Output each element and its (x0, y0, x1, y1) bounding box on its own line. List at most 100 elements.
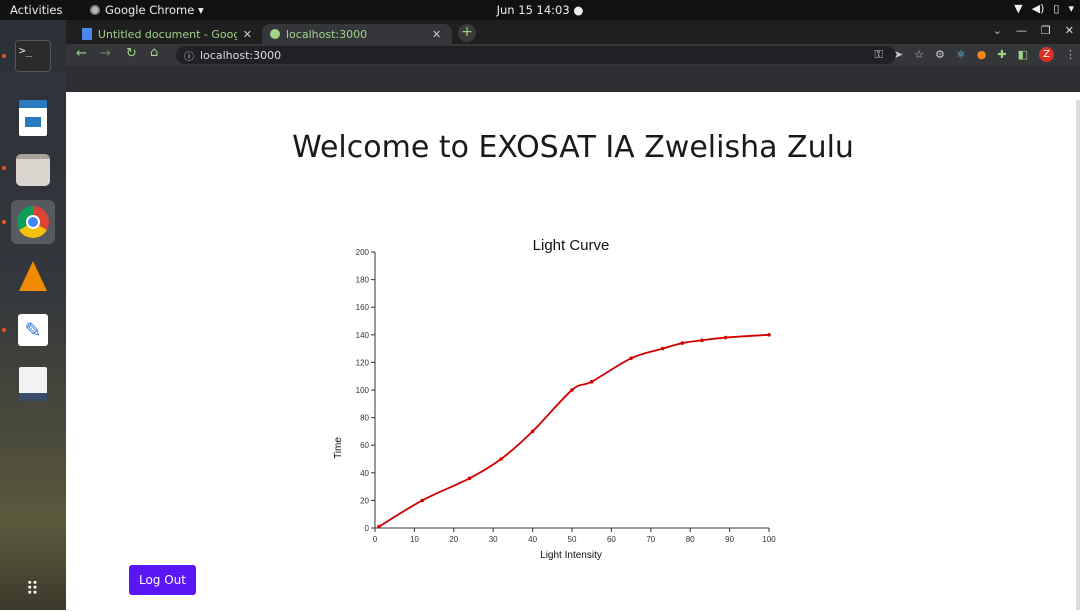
chrome-menu-icon[interactable]: ⋮ (1065, 48, 1076, 61)
log-out-button[interactable]: Log Out (129, 565, 196, 595)
x-tick-label: 70 (646, 535, 655, 544)
url-text: localhost:3000 (200, 48, 282, 62)
chart-title: Light Curve (533, 237, 610, 254)
close-window-icon[interactable]: ✕ (1065, 24, 1074, 37)
send-icon[interactable]: ➤ (894, 48, 903, 61)
vlc-icon (19, 261, 47, 291)
files-icon (16, 154, 50, 186)
data-point (589, 379, 594, 384)
google-docs-icon (82, 28, 92, 40)
data-point (700, 338, 704, 343)
data-point (467, 476, 472, 481)
toolbar-actions: ⚿ ➤ ☆ ⚙ ⚛ ● ✚ ◧ Z ⋮ (875, 47, 1076, 62)
text-editor-icon: ✎ (18, 314, 48, 346)
terminal-icon: >_ (15, 40, 51, 72)
impress-launcher[interactable] (11, 96, 55, 140)
files-launcher[interactable] (11, 148, 55, 192)
react-devtools-icon[interactable]: ⚛ (956, 48, 966, 61)
show-applications-button[interactable]: ⠿ (11, 568, 55, 612)
volume-icon: ◀) (1031, 2, 1045, 15)
running-indicator (2, 220, 6, 224)
series-line (378, 333, 770, 528)
data-point (420, 498, 425, 503)
document-viewer-icon (19, 367, 47, 401)
vlc-launcher[interactable] (11, 254, 55, 298)
page-scrollbar[interactable] (1076, 100, 1080, 610)
data-point (660, 346, 665, 351)
chrome-tab-strip: Untitled document - Goog ✕ localhost:300… (66, 20, 1080, 44)
password-key-icon[interactable]: ⚿ (875, 48, 883, 62)
bookmark-star-icon[interactable]: ☆ (914, 48, 924, 61)
y-tick-label: 20 (360, 496, 369, 505)
chart-plot-area (377, 333, 771, 529)
tab-google-docs[interactable]: Untitled document - Goog ✕ (74, 24, 260, 44)
tab-label: Untitled document - Goog (97, 27, 237, 41)
document-viewer-launcher[interactable] (11, 362, 55, 406)
system-menu-icon: ▾ (1068, 2, 1074, 15)
home-icon[interactable]: ⌂ (150, 45, 158, 60)
window-controls: ⌄ — ❐ ✕ (993, 24, 1074, 37)
clock[interactable]: Jun 15 14:03 ● (497, 3, 584, 17)
new-tab-button[interactable]: + (458, 24, 476, 42)
wifi-icon: ▼ (1014, 2, 1023, 15)
tab-search-icon[interactable]: ⌄ (993, 24, 1002, 37)
app-menu[interactable]: Google Chrome ▾ (80, 3, 204, 17)
y-axis-label: Time (333, 437, 344, 459)
x-tick-label: 100 (762, 535, 776, 544)
info-icon: ⓘ (184, 51, 194, 63)
extension-icon[interactable]: ⚙ (935, 48, 945, 61)
ubuntu-dock: >_ ✎ ⠿ (0, 20, 66, 610)
x-tick-label: 30 (489, 535, 498, 544)
chrome-icon (17, 206, 49, 238)
tab-label: localhost:3000 (286, 27, 368, 41)
data-point (629, 356, 633, 361)
x-tick-label: 50 (568, 535, 577, 544)
metamask-icon[interactable]: ● (977, 48, 987, 61)
app-grid-icon: ⠿ (25, 579, 41, 600)
data-point (377, 524, 381, 529)
y-tick-label: 160 (356, 303, 370, 312)
x-tick-label: 0 (373, 535, 378, 544)
chrome-small-icon (90, 5, 100, 15)
extensions-puzzle-icon[interactable]: ✚ (997, 48, 1006, 61)
globe-icon (270, 29, 280, 39)
x-axis-label: Light Intensity (540, 550, 602, 561)
minimize-icon[interactable]: — (1016, 24, 1027, 37)
profile-avatar[interactable]: Z (1039, 47, 1054, 62)
y-tick-label: 200 (356, 248, 370, 257)
running-indicator (2, 166, 6, 170)
y-tick-label: 0 (365, 524, 370, 533)
side-panel-icon[interactable]: ◧ (1018, 48, 1028, 61)
restore-icon[interactable]: ❐ (1041, 24, 1051, 37)
light-curve-chart: Light Curve 0 10 20 30 40 50 60 70 80 90 100 0 20 40 6… (333, 237, 776, 561)
x-tick-label: 80 (686, 535, 695, 544)
data-point (530, 429, 535, 434)
x-tick-label: 40 (528, 535, 537, 544)
y-tick-label: 140 (356, 331, 370, 340)
x-tick-label: 60 (607, 535, 616, 544)
chrome-launcher[interactable] (11, 200, 55, 244)
y-tick-label: 60 (360, 441, 369, 450)
terminal-launcher[interactable]: >_ (11, 34, 55, 78)
activities-button[interactable]: Activities (0, 3, 80, 17)
tab-localhost[interactable]: localhost:3000 ✕ (262, 24, 452, 44)
x-tick-label: 10 (410, 535, 419, 544)
system-tray[interactable]: ▼ ◀) ▯ ▾ (1014, 2, 1074, 15)
back-icon[interactable]: ← (76, 46, 87, 61)
reload-icon[interactable]: ↻ (126, 46, 137, 61)
x-tick-label: 90 (725, 535, 734, 544)
app-menu-label: Google Chrome ▾ (105, 3, 204, 17)
close-icon[interactable]: ✕ (432, 28, 441, 41)
gnome-top-bar: Activities Google Chrome ▾ Jun 15 14:03 … (0, 0, 1080, 20)
address-bar[interactable]: ⓘ localhost:3000 (176, 46, 896, 64)
running-indicator (2, 54, 6, 58)
text-editor-launcher[interactable]: ✎ (11, 308, 55, 352)
forward-icon[interactable]: → (100, 46, 111, 61)
bookmarks-bar (66, 66, 1080, 92)
libreoffice-impress-icon (19, 100, 47, 136)
data-point (767, 333, 771, 337)
page-viewport: Welcome to EXOSAT IA Zwelisha Zulu Light… (66, 92, 1080, 610)
close-icon[interactable]: ✕ (243, 28, 252, 41)
y-tick-label: 40 (360, 469, 369, 478)
chrome-toolbar: ← → ↻ ⌂ ⓘ localhost:3000 ⚿ ➤ ☆ ⚙ ⚛ ● ✚ ◧… (66, 44, 1080, 66)
